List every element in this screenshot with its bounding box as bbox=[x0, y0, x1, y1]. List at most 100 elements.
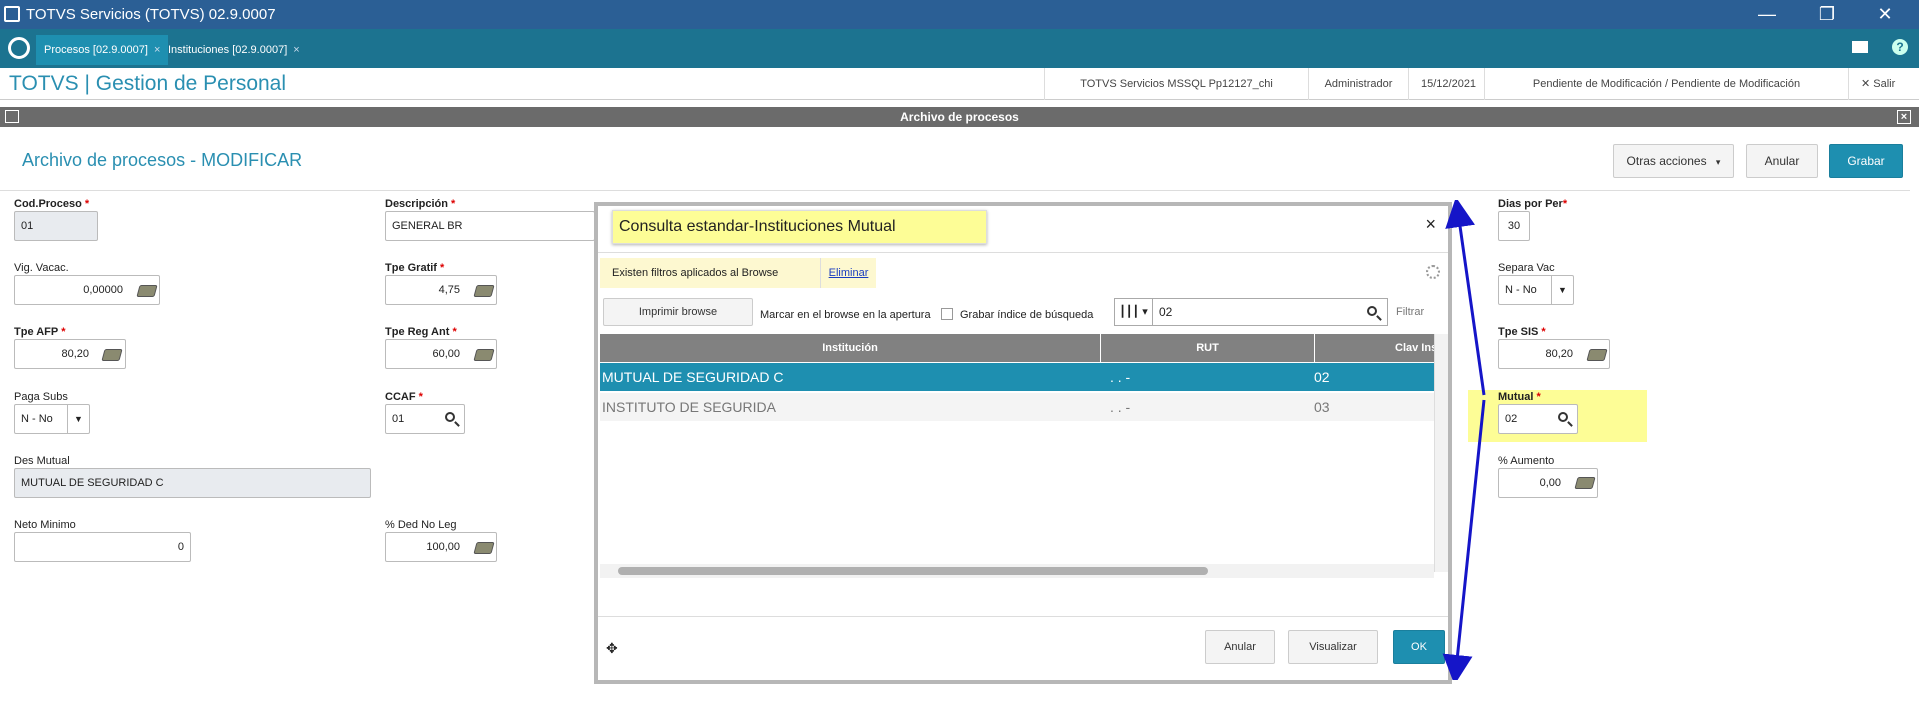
paga-subs-label: Paga Subs bbox=[14, 391, 68, 403]
tab-bar: Procesos [02.9.0007] × Instituciones [02.… bbox=[0, 29, 1919, 68]
mutual-label: Mutual * bbox=[1498, 391, 1541, 403]
totvs-logo-icon bbox=[8, 37, 30, 59]
app-brand: TOTVS | Gestion de Personal bbox=[9, 72, 287, 95]
ccaf-label: CCAF * bbox=[385, 391, 423, 403]
dias-por-per-field[interactable]: 30 bbox=[1498, 211, 1530, 241]
mark-open-label: Marcar en el browse en la apertura bbox=[760, 309, 931, 321]
view-button[interactable]: Visualizar bbox=[1288, 630, 1378, 664]
lookup-modal: Consulta estandar-Instituciones Mutual ×… bbox=[594, 202, 1452, 684]
restore-icon[interactable]: ❐ bbox=[1804, 2, 1850, 26]
tab-procesos[interactable]: Procesos [02.9.0007] × bbox=[36, 35, 169, 65]
neto-minimo-label: Neto Minimo bbox=[14, 519, 76, 531]
row-rut: . . - bbox=[1110, 399, 1131, 415]
search-icon[interactable] bbox=[1558, 412, 1568, 422]
tpe-reg-ant-label: Tpe Reg Ant * bbox=[385, 326, 457, 338]
remove-filter-link[interactable]: Eliminar bbox=[820, 258, 876, 288]
dialog-titlebar: Archivo de procesos × bbox=[0, 107, 1919, 127]
des-mutual-label: Des Mutual bbox=[14, 455, 70, 467]
arrow-line bbox=[1445, 200, 1486, 396]
neto-minimo-field[interactable]: 0 bbox=[14, 532, 191, 562]
scrollbar-thumb[interactable] bbox=[618, 567, 1208, 575]
tpe-afp-label: Tpe AFP * bbox=[14, 326, 66, 338]
dialog-title: Archivo de procesos bbox=[900, 110, 1019, 124]
app-header: TOTVS | Gestion de Personal TOTVS Servic… bbox=[0, 68, 1919, 100]
arrow-line bbox=[1442, 399, 1486, 680]
app-icon bbox=[4, 6, 20, 22]
row-clave: 03 bbox=[1314, 399, 1330, 415]
filter-button[interactable]: Filtrar bbox=[1396, 306, 1424, 318]
aumento-label: % Aumento bbox=[1498, 455, 1555, 467]
other-actions-label: Otras acciones bbox=[1626, 154, 1707, 168]
tab-label: Instituciones [02.9.0007] bbox=[168, 44, 288, 56]
dialog-close-icon[interactable]: × bbox=[1897, 110, 1911, 124]
window-titlebar: TOTVS Servicios (TOTVS) 02.9.0007 — ❐ ✕ bbox=[0, 0, 1919, 29]
column-header-institucion[interactable]: Institución bbox=[600, 334, 1100, 362]
cancel-button[interactable]: Anular bbox=[1746, 144, 1818, 178]
tpe-sis-label: Tpe SIS * bbox=[1498, 326, 1546, 338]
ok-button[interactable]: OK bbox=[1393, 630, 1445, 664]
divider bbox=[598, 252, 1448, 253]
tpe-gratif-label: Tpe Gratif * bbox=[385, 262, 445, 274]
user-info: Administrador bbox=[1308, 68, 1408, 100]
vig-vacac-label: Vig. Vacac. bbox=[14, 262, 69, 274]
table-row[interactable]: MUTUAL DE SEGURIDAD C . . - 02 bbox=[600, 363, 1436, 391]
help-icon[interactable]: ? bbox=[1892, 39, 1908, 55]
money-icon[interactable] bbox=[473, 285, 495, 297]
divider bbox=[598, 616, 1448, 617]
page-title: Archivo de procesos - MODIFICAR bbox=[22, 150, 303, 170]
other-actions-button[interactable]: Otras acciones ▾ bbox=[1613, 144, 1734, 178]
cod-proceso-field[interactable]: 01 bbox=[14, 211, 98, 241]
date-info: 15/12/2021 bbox=[1408, 68, 1484, 100]
cod-proceso-label: Cod.Proceso * bbox=[14, 198, 90, 210]
status-info: Pendiente de Modificación / Pendiente de… bbox=[1484, 68, 1848, 100]
des-mutual-field: MUTUAL DE SEGURIDAD C bbox=[14, 468, 371, 498]
column-selector-icon[interactable]: ┃┃┃ ▾ bbox=[1115, 299, 1153, 325]
tab-instituciones[interactable]: Instituciones [02.9.0007] × bbox=[160, 35, 308, 65]
exit-button[interactable]: ✕ Salir bbox=[1848, 68, 1918, 100]
window-title: TOTVS Servicios (TOTVS) 02.9.0007 bbox=[26, 6, 276, 23]
search-input[interactable]: ┃┃┃ ▾ 02 bbox=[1114, 298, 1388, 326]
save-button[interactable]: Grabar bbox=[1829, 144, 1903, 178]
search-icon[interactable] bbox=[1367, 306, 1377, 316]
money-icon[interactable] bbox=[101, 349, 123, 361]
move-icon[interactable]: ✥ bbox=[606, 640, 618, 657]
save-index-label: Grabar índice de búsqueda bbox=[960, 309, 1094, 321]
save-index-checkbox[interactable] bbox=[941, 308, 953, 320]
money-icon[interactable] bbox=[136, 285, 158, 297]
gear-icon[interactable] bbox=[1426, 265, 1440, 279]
row-rut: . . - bbox=[1110, 369, 1131, 385]
money-icon[interactable] bbox=[473, 542, 495, 554]
descripcion-field[interactable]: GENERAL BR bbox=[385, 211, 595, 241]
server-info: TOTVS Servicios MSSQL Pp12127_chi bbox=[1044, 68, 1308, 100]
print-browse-button[interactable]: Imprimir browse bbox=[603, 298, 753, 326]
chevron-down-icon[interactable]: ▼ bbox=[1551, 276, 1573, 304]
table-row[interactable]: INSTITUTO DE SEGURIDA . . - 03 bbox=[600, 393, 1436, 421]
horizontal-scrollbar[interactable] bbox=[600, 564, 1434, 578]
modal-close-icon[interactable]: × bbox=[1425, 214, 1436, 235]
row-clave: 02 bbox=[1314, 369, 1330, 385]
row-institucion: INSTITUTO DE SEGURIDA bbox=[602, 399, 776, 415]
tab-label: Procesos [02.9.0007] bbox=[44, 44, 148, 56]
money-icon[interactable] bbox=[1586, 349, 1608, 361]
chevron-down-icon: ▾ bbox=[1715, 157, 1721, 167]
minimize-icon[interactable]: — bbox=[1744, 2, 1790, 26]
close-window-icon[interactable]: ✕ bbox=[1862, 2, 1908, 26]
mail-icon[interactable] bbox=[1852, 41, 1868, 53]
separa-vac-label: Separa Vac bbox=[1498, 262, 1555, 274]
modal-cancel-button[interactable]: Anular bbox=[1205, 630, 1275, 664]
money-icon[interactable] bbox=[1574, 477, 1596, 489]
modal-title: Consulta estandar-Instituciones Mutual bbox=[612, 210, 987, 244]
annotation-arrows bbox=[1442, 200, 1486, 680]
column-header-rut[interactable]: RUT bbox=[1101, 334, 1314, 362]
search-icon[interactable] bbox=[445, 412, 455, 422]
tab-close-icon[interactable]: × bbox=[293, 44, 299, 56]
results-table: Institución RUT Clav Ins MUTUAL DE SEGUR… bbox=[600, 334, 1436, 562]
column-header-clav-ins[interactable]: Clav Ins bbox=[1315, 334, 1436, 362]
search-value: 02 bbox=[1159, 305, 1173, 319]
dias-por-per-label: Dias por Per* bbox=[1498, 198, 1568, 210]
ded-no-leg-label: % Ded No Leg bbox=[385, 519, 457, 531]
chevron-down-icon[interactable]: ▼ bbox=[67, 405, 89, 433]
divider bbox=[0, 190, 1910, 191]
row-institucion: MUTUAL DE SEGURIDAD C bbox=[602, 369, 784, 385]
money-icon[interactable] bbox=[473, 349, 495, 361]
